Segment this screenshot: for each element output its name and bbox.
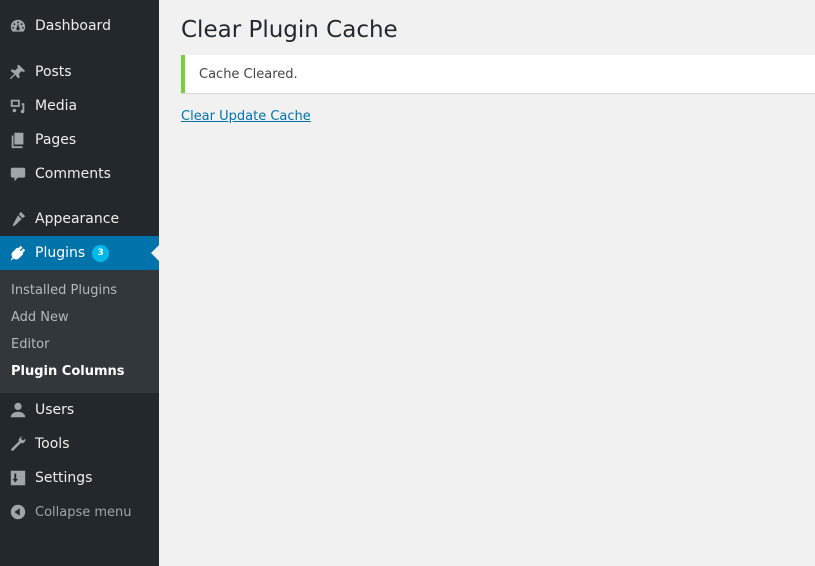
sidebar-item-label: Plugins [35,245,86,261]
dashboard-icon [8,16,28,36]
submenu-item-installed-plugins[interactable]: Installed Plugins [0,277,159,304]
submenu-item-plugin-columns[interactable]: Plugin Columns [0,358,159,385]
pin-icon [8,62,28,82]
plugins-submenu: Installed Plugins Add New Editor Plugin … [0,270,159,393]
pages-icon [8,130,28,150]
clear-update-cache-link[interactable]: Clear Update Cache [181,109,311,124]
submenu-item-add-new[interactable]: Add New [0,304,159,331]
sidebar-item-label: Settings [35,470,93,486]
sidebar-item-users[interactable]: Users [0,393,159,427]
sidebar-item-comments[interactable]: Comments [0,157,159,191]
sidebar-item-label: Posts [35,64,72,80]
brush-icon [8,209,28,229]
admin-sidebar: Dashboard Posts Media Pages Comments App… [0,0,159,566]
sidebar-item-label: Tools [35,436,70,452]
success-notice: Cache Cleared. [181,55,815,93]
sidebar-item-label: Appearance [35,211,120,227]
user-icon [8,400,28,420]
sidebar-item-posts[interactable]: Posts [0,55,159,89]
notice-message: Cache Cleared. [199,66,298,82]
update-count-badge: 3 [92,244,110,262]
collapse-menu-label: Collapse menu [35,504,132,520]
wrench-icon [8,434,28,454]
sidebar-item-tools[interactable]: Tools [0,427,159,461]
sidebar-item-label: Media [35,98,78,114]
active-indicator-arrow [151,245,159,261]
plugin-icon [8,243,28,263]
sidebar-item-label: Pages [35,132,77,148]
sidebar-item-label: Dashboard [35,18,111,34]
collapse-menu-button[interactable]: Collapse menu [0,495,159,529]
collapse-arrow-icon [8,502,28,522]
submenu-item-editor[interactable]: Editor [0,331,159,358]
settings-icon [8,468,28,488]
sidebar-item-dashboard[interactable]: Dashboard [0,9,159,43]
comment-icon [8,164,28,184]
sidebar-item-label: Users [35,402,75,418]
sidebar-item-pages[interactable]: Pages [0,123,159,157]
sidebar-item-settings[interactable]: Settings [0,461,159,495]
page-title: Clear Plugin Cache [181,17,398,43]
sidebar-item-plugins[interactable]: Plugins 3 [0,236,159,270]
sidebar-item-label: Comments [35,166,111,182]
media-icon [8,96,28,116]
sidebar-item-appearance[interactable]: Appearance [0,202,159,236]
sidebar-item-media[interactable]: Media [0,89,159,123]
